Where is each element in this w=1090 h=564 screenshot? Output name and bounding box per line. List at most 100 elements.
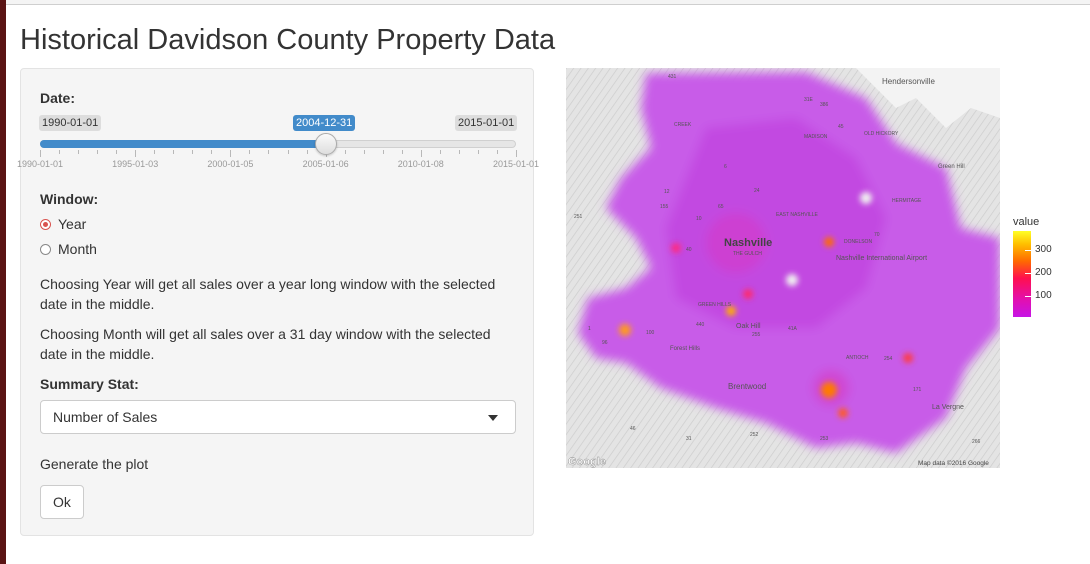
- slider-tick: [439, 150, 441, 154]
- place-label: MADISON: [804, 134, 828, 140]
- date-slider[interactable]: 1990-01-01 2004-12-31 2015-01-01 1990-01…: [17, 109, 539, 179]
- place-label: Green Hill: [938, 164, 965, 170]
- slider-tick: [306, 150, 308, 154]
- road-shield: 46: [630, 426, 636, 432]
- help-text-month: Choosing Month will get all sales over a…: [40, 326, 491, 362]
- legend-colorbar: [1013, 231, 1031, 317]
- legend-title: value: [1013, 216, 1040, 228]
- slider-tick: [382, 150, 384, 154]
- radio-month-dot[interactable]: [40, 244, 51, 255]
- slider-tick: [287, 150, 289, 154]
- legend-value-100: 100: [1035, 290, 1052, 301]
- slider-tick: [211, 150, 213, 154]
- summary-stat-label: Summary Stat:: [40, 376, 139, 392]
- slider-tick-label: 2000-01-05: [207, 159, 254, 169]
- slider-min-tag: 1990-01-01: [39, 115, 102, 131]
- slider-tick: [116, 150, 118, 154]
- slider-tick: [154, 150, 156, 154]
- legend-value-300: 300: [1035, 244, 1052, 255]
- road-shield: 31E: [804, 97, 814, 103]
- slider-tick: [363, 150, 365, 154]
- slider-tick: [192, 150, 194, 154]
- road-shield: 12: [664, 189, 670, 195]
- road-shield: 10: [696, 216, 702, 222]
- slider-tick-label: 1995-01-03: [112, 159, 159, 169]
- road-shield: 252: [750, 432, 759, 438]
- slider-tick: [135, 150, 137, 157]
- summary-stat-value: Number of Sales: [53, 409, 158, 425]
- slider-tick: [516, 150, 517, 157]
- place-label: CREEK: [674, 122, 692, 128]
- road-shield: 65: [718, 204, 724, 210]
- place-label: THE GULCH: [733, 251, 762, 257]
- slider-tick: [496, 150, 498, 154]
- place-label: OLD HICKORY: [864, 131, 899, 137]
- road-shield: 171: [913, 387, 922, 393]
- summary-stat-select[interactable]: Number of Sales: [40, 400, 516, 434]
- ok-button[interactable]: Ok: [40, 485, 84, 519]
- legend-value-200: 200: [1035, 267, 1052, 278]
- window-label: Window:: [40, 191, 99, 207]
- google-logo: Google: [568, 456, 606, 468]
- heatmap-map: Hendersonville Nashville THE GULCH EAST …: [566, 68, 1000, 468]
- legend-tick: [1025, 296, 1031, 297]
- slider-tick: [40, 150, 41, 157]
- road-shield: 253: [820, 436, 829, 442]
- chevron-down-icon: [488, 415, 498, 421]
- slider-tick: [173, 150, 175, 154]
- place-label: HERMITAGE: [892, 198, 922, 204]
- slider-handle[interactable]: [314, 133, 337, 155]
- slider-value-tag: 2004-12-31: [293, 115, 356, 131]
- place-label: Oak Hill: [736, 323, 761, 330]
- radio-year[interactable]: Year: [40, 216, 86, 232]
- road-shield: 251: [574, 214, 583, 220]
- top-border: [6, 0, 1090, 5]
- radio-year-dot[interactable]: [40, 219, 51, 230]
- slider-tick: [97, 150, 99, 154]
- place-label: Hendersonville: [882, 77, 935, 86]
- slider-tick: [268, 150, 270, 154]
- road-shield: 24: [754, 188, 760, 194]
- help-text-year: Choosing Year will get all sales over a …: [40, 276, 496, 312]
- road-shield: 96: [602, 340, 608, 346]
- legend-tick: [1025, 273, 1031, 274]
- road-shield: 40: [686, 247, 692, 253]
- radio-year-label: Year: [58, 216, 87, 232]
- road-shield: 266: [972, 439, 981, 445]
- slider-tick-label: 2010-01-08: [397, 159, 444, 169]
- place-label: EAST NASHVILLE: [776, 212, 819, 218]
- radio-month[interactable]: Month: [40, 241, 97, 257]
- slider-tick: [59, 150, 61, 154]
- road-shield: 6: [724, 164, 727, 170]
- road-shield: 41A: [788, 326, 798, 332]
- window-edge: [0, 0, 6, 564]
- generate-label: Generate the plot: [40, 456, 149, 472]
- slider-tick: [401, 150, 403, 154]
- color-legend: value 300 200 100: [1013, 216, 1073, 326]
- road-shield: 254: [884, 356, 893, 362]
- place-label: GREEN HILLS: [698, 302, 732, 308]
- road-shield: 155: [660, 204, 669, 210]
- place-label: Nashville International Airport: [836, 255, 927, 262]
- road-shield: 100: [646, 330, 655, 336]
- radio-month-label: Month: [58, 241, 97, 257]
- slider-tick: [420, 150, 422, 157]
- page-title: Historical Davidson County Property Data: [20, 24, 556, 56]
- road-shield: 255: [752, 332, 761, 338]
- date-label: Date:: [40, 90, 76, 106]
- road-shield: 386: [820, 102, 829, 108]
- road-shield: 1: [588, 326, 591, 332]
- place-label: La Vergne: [932, 404, 964, 411]
- road-shield: 45: [838, 124, 844, 130]
- slider-tick: [249, 150, 251, 154]
- sidebar-panel: Date: 1990-01-01 2004-12-31 2015-01-01 1…: [17, 68, 539, 536]
- road-shield: 31: [686, 436, 692, 442]
- slider-tick-label: 1990-01-01: [16, 159, 64, 169]
- road-shield: 431: [668, 74, 677, 80]
- slider-tick: [477, 150, 479, 154]
- place-label: ANTIOCH: [846, 355, 869, 361]
- slider-fill: [40, 140, 326, 148]
- slider-tick: [458, 150, 460, 154]
- road-shield: 440: [696, 322, 705, 328]
- place-label: DONELSON: [844, 239, 872, 245]
